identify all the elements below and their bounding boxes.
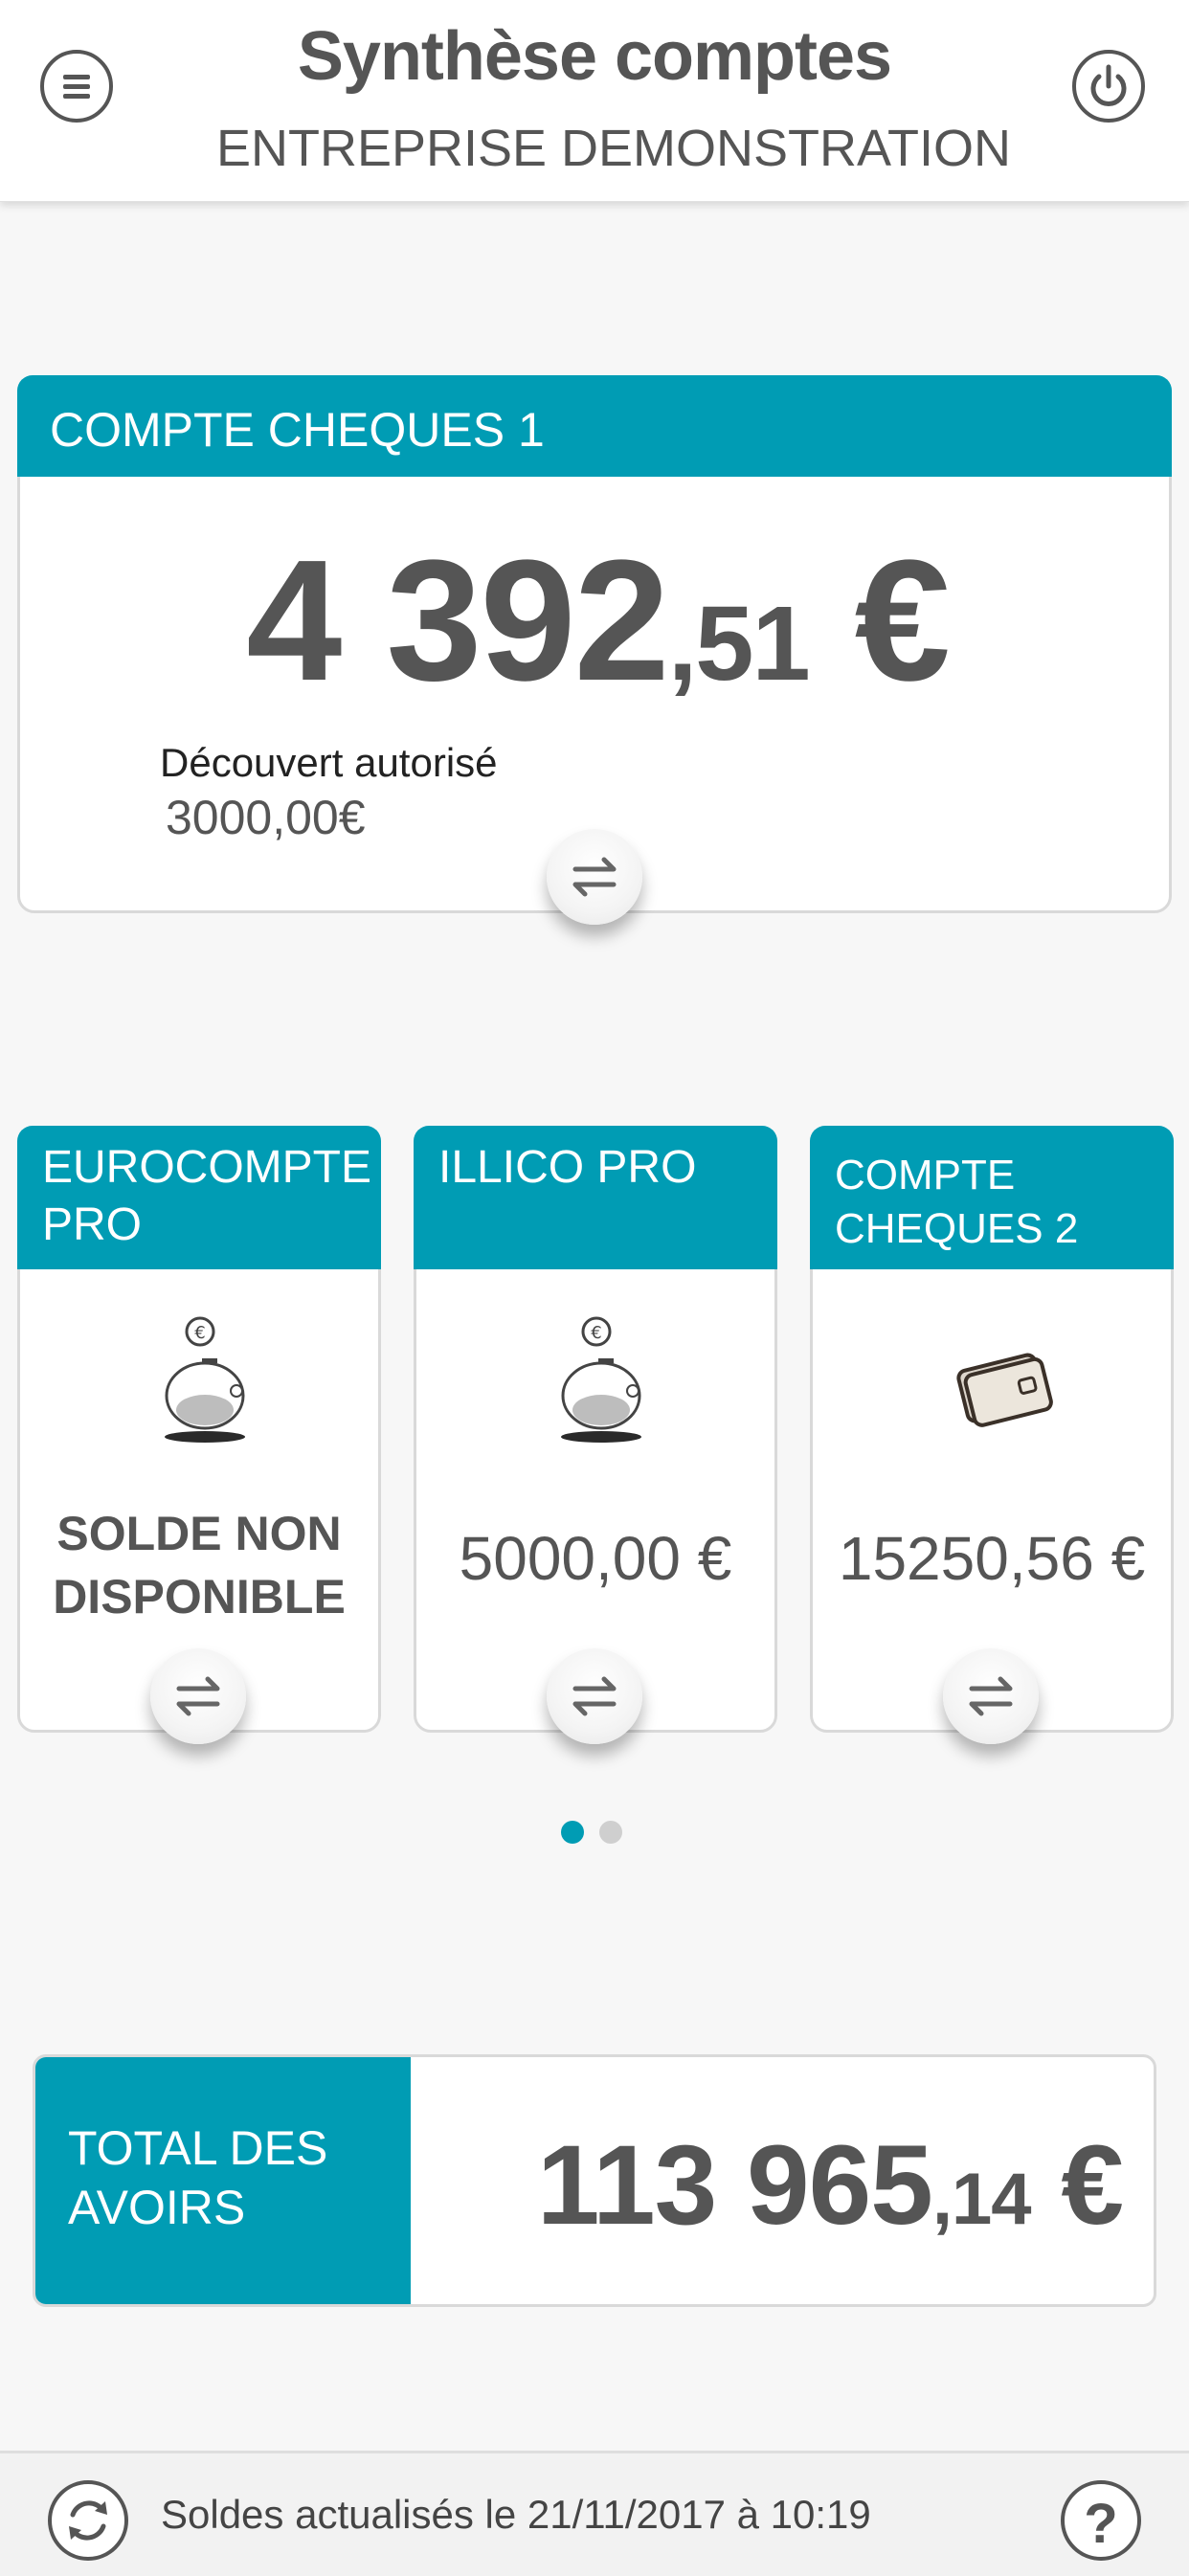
account-header: EUROCOMPTE PRO	[17, 1126, 381, 1269]
svg-text:€: €	[194, 1323, 205, 1343]
total-integer: 113 965	[536, 2122, 933, 2249]
account-name: ILLICO PRO	[438, 1142, 697, 1193]
balance-integer: 4 392	[246, 525, 669, 717]
account-card-illico-pro[interactable]: ILLICO PRO € 5000,00 €	[414, 1126, 777, 1733]
transfer-button[interactable]	[547, 829, 642, 925]
account-name: COMPTE CHEQUES 1	[50, 403, 545, 457]
overdraft-label: Découvert autorisé	[160, 740, 498, 785]
transfer-arrows-icon	[572, 857, 617, 897]
piggy-bank-icon: €	[561, 1316, 641, 1443]
account-balance: 4 392,51 €	[20, 522, 1175, 720]
transfer-button[interactable]	[943, 1648, 1039, 1744]
overdraft-value: 3000,00€	[166, 791, 366, 844]
app-header: Synthèse comptes ENTREPRISE DEMONSTRATIO…	[0, 0, 1189, 202]
transfer-button[interactable]	[150, 1648, 246, 1744]
page-dot-2[interactable]	[599, 1821, 622, 1844]
svg-text:€: €	[591, 1323, 601, 1343]
account-header: COMPTE CHEQUES 2	[810, 1126, 1174, 1269]
account-name: EUROCOMPTE PRO	[42, 1142, 372, 1250]
balance-currency: €	[808, 525, 951, 717]
card-icon	[956, 1353, 1053, 1427]
account-header: COMPTE CHEQUES 1	[17, 375, 1172, 477]
transfer-arrows-icon	[969, 1676, 1013, 1716]
account-balance: SOLDE NON DISPONIBLE	[53, 1507, 346, 1624]
total-currency: €	[1030, 2122, 1124, 2249]
transfer-arrows-icon	[572, 1676, 617, 1716]
last-update-text: Soldes actualisés le 21/11/2017 à 10:19	[161, 2492, 871, 2537]
help-icon: ?	[1084, 2493, 1118, 2555]
total-amount: 113 965,14 €	[536, 2120, 1124, 2251]
account-balance: 5000,00 €	[459, 1524, 732, 1593]
help-button[interactable]: ?	[1061, 2480, 1141, 2561]
logout-button[interactable]	[1072, 50, 1145, 123]
account-header: ILLICO PRO	[414, 1126, 777, 1269]
piggy-bank-icon: €	[165, 1316, 245, 1443]
account-card-compte-cheques-2[interactable]: COMPTE CHEQUES 2 15250,56 €	[810, 1126, 1174, 1733]
transfer-arrows-icon	[176, 1676, 220, 1716]
refresh-icon	[69, 2500, 107, 2541]
footer-bar: Soldes actualisés le 21/11/2017 à 10:19 …	[0, 2451, 1189, 2576]
power-icon	[1090, 64, 1127, 106]
total-decimals: ,14	[931, 2159, 1032, 2240]
total-assets-panel: TOTAL DES AVOIRS 113 965,14 €	[33, 2054, 1156, 2307]
total-label-box: TOTAL DES AVOIRS	[35, 2057, 411, 2304]
balance-decimals: ,51	[667, 585, 811, 703]
page-title: Synthèse comptes	[297, 18, 892, 95]
account-balance: 15250,56 €	[838, 1524, 1146, 1593]
account-card-eurocompte-pro[interactable]: EUROCOMPTE PRO € SOLDE NON DISPONIBLE	[17, 1126, 381, 1733]
transfer-button[interactable]	[547, 1648, 642, 1744]
account-name: COMPTE CHEQUES 2	[835, 1152, 1079, 1252]
company-name: ENTREPRISE DEMONSTRATION	[215, 120, 1012, 177]
refresh-button[interactable]	[48, 2480, 128, 2561]
total-label: TOTAL DES AVOIRS	[68, 2121, 328, 2234]
page-dot-1[interactable]	[561, 1821, 584, 1844]
